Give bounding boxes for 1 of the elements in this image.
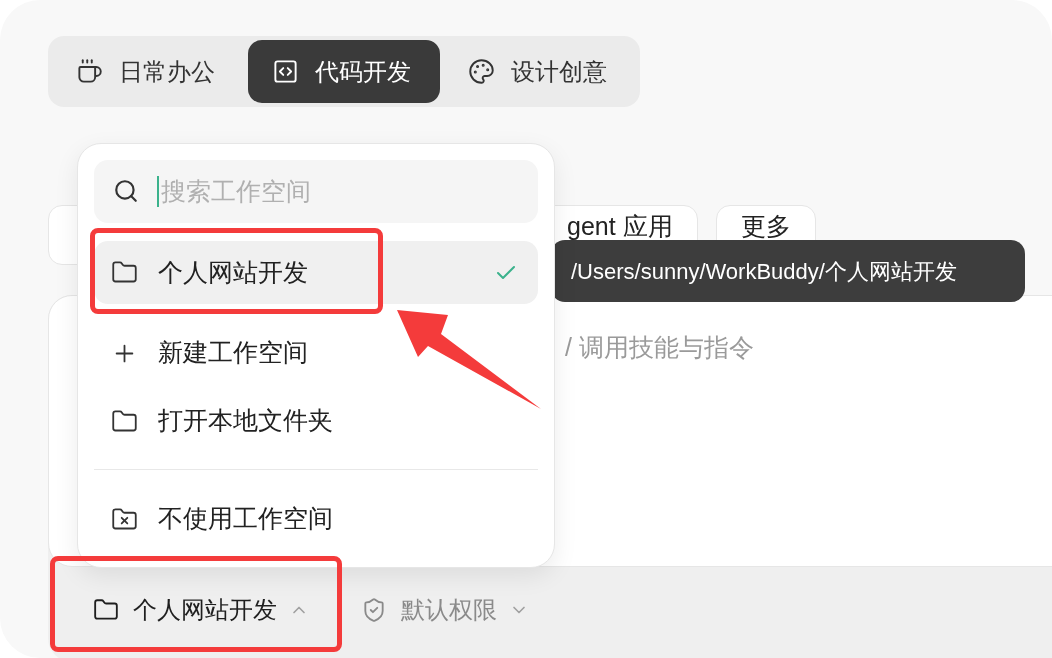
prompt-placeholder: / 调用技能与指令 [565, 333, 754, 361]
